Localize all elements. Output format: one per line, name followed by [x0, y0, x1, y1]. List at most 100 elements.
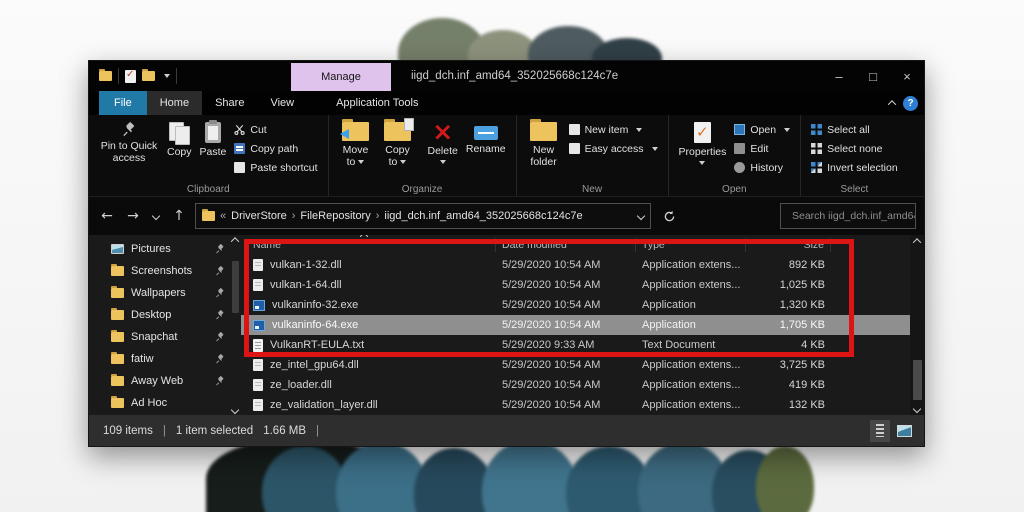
- easy-access-button[interactable]: Easy access: [569, 140, 658, 157]
- sidebar-item-desktop[interactable]: Desktop: [89, 304, 229, 326]
- button-label: Cut: [250, 124, 266, 136]
- properties-button[interactable]: Properties: [675, 119, 731, 168]
- copy-to-button[interactable]: Copy to: [377, 119, 419, 171]
- properties-icon[interactable]: [125, 70, 136, 83]
- details-view-button[interactable]: [870, 420, 890, 442]
- exe-file-icon: [253, 320, 265, 331]
- up-button[interactable]: ↑: [169, 208, 189, 224]
- new-item-button[interactable]: New item: [569, 121, 658, 138]
- select-all-button[interactable]: Select all: [811, 121, 898, 138]
- sidebar-item-wallpapers[interactable]: Wallpapers: [89, 282, 229, 304]
- file-row[interactable]: ze_validation_layer.dll 5/29/2020 10:54 …: [241, 395, 910, 415]
- close-button[interactable]: ×: [890, 61, 924, 91]
- customize-toolbar-caret-icon[interactable]: [164, 74, 170, 78]
- tab-view[interactable]: View: [257, 91, 307, 115]
- sidebar-item-fatiw[interactable]: fatiw: [89, 348, 229, 370]
- help-icon[interactable]: ?: [903, 96, 918, 111]
- manage-contextual-tab[interactable]: Manage: [291, 63, 391, 91]
- folder-icon[interactable]: [99, 71, 112, 81]
- sidebar-item-away-web[interactable]: Away Web: [89, 370, 229, 392]
- scroll-down-icon[interactable]: [231, 406, 239, 414]
- pin-icon: [215, 354, 225, 364]
- folder-icon: [111, 376, 124, 386]
- rename-button[interactable]: Rename: [462, 119, 510, 158]
- back-button[interactable]: ←: [97, 208, 117, 224]
- sidebar-scrollbar[interactable]: [229, 235, 241, 415]
- scroll-up-icon[interactable]: [231, 237, 239, 245]
- delete-button[interactable]: × Delete: [424, 119, 462, 167]
- select-none-button[interactable]: Select none: [811, 140, 898, 157]
- cut-button[interactable]: Cut: [234, 121, 317, 138]
- sidebar-item-screenshots[interactable]: Screenshots: [89, 260, 229, 282]
- pin-to-quick-access-button[interactable]: Pin to Quick access: [95, 119, 163, 167]
- file-list-scrollbar[interactable]: [910, 235, 924, 415]
- breadcrumb-driverstore[interactable]: DriverStore: [231, 210, 287, 222]
- column-header-date-modified[interactable]: Date modified: [496, 238, 636, 252]
- selection-size: 1.66 MB: [263, 425, 306, 437]
- minimize-button[interactable]: –: [822, 61, 856, 91]
- ribbon-group-clipboard: Pin to Quick access Copy Paste Cut Copy …: [89, 115, 329, 196]
- search-input[interactable]: Search iigd_dch.inf_amd64_352025...: [780, 203, 916, 229]
- divider: |: [163, 425, 166, 437]
- title-bar[interactable]: Manage iigd_dch.inf_amd64_352025668c124c…: [89, 61, 924, 91]
- sidebar-item-ad-hoc[interactable]: Ad Hoc: [89, 392, 229, 414]
- column-header-size[interactable]: Size: [746, 238, 831, 252]
- copy-button[interactable]: Copy: [163, 119, 196, 161]
- selection-count: 1 item selected: [176, 425, 253, 437]
- recent-locations-caret-icon[interactable]: [149, 213, 163, 219]
- breadcrumb-prefix: «: [220, 210, 226, 222]
- succulent-leaf: [482, 440, 578, 512]
- file-row[interactable]: ze_loader.dll 5/29/2020 10:54 AM Applica…: [241, 375, 910, 395]
- column-header-name[interactable]: Name: [241, 238, 496, 252]
- navigation-pane: Pictures Screenshots Wallpapers Desktop: [89, 235, 229, 415]
- edit-button[interactable]: Edit: [734, 140, 790, 157]
- file-row-selected[interactable]: vulkaninfo-64.exe 5/29/2020 10:54 AM App…: [241, 315, 910, 335]
- sidebar-item-snapchat[interactable]: Snapchat: [89, 326, 229, 348]
- new-item-icon: [569, 124, 580, 135]
- quick-access-toolbar: [89, 68, 177, 84]
- ribbon-group-select: Select all Select none Invert selection …: [801, 115, 908, 196]
- breadcrumb-filerepository[interactable]: FileRepository: [300, 210, 370, 222]
- scrollbar-thumb[interactable]: [913, 360, 922, 400]
- folder-icon: [111, 288, 124, 298]
- tab-home[interactable]: Home: [147, 91, 202, 115]
- tab-share[interactable]: Share: [202, 91, 257, 115]
- address-field[interactable]: « DriverStore › FileRepository › iigd_dc…: [195, 203, 651, 229]
- forward-button[interactable]: →: [123, 208, 143, 224]
- paste-button[interactable]: Paste: [196, 119, 231, 161]
- button-label: Move to: [339, 144, 373, 168]
- scroll-down-icon[interactable]: [913, 405, 921, 413]
- open-button[interactable]: Open: [734, 121, 790, 138]
- window-title: iigd_dch.inf_amd64_352025668c124c7e: [411, 61, 618, 91]
- history-button[interactable]: History: [734, 159, 790, 176]
- address-dropdown-caret-icon[interactable]: [638, 210, 644, 222]
- column-header-type[interactable]: Type: [636, 238, 746, 252]
- move-to-button[interactable]: Move to: [335, 119, 377, 171]
- breadcrumb-current-folder[interactable]: iigd_dch.inf_amd64_352025668c124c7e: [384, 210, 582, 222]
- new-folder-icon[interactable]: [142, 71, 155, 81]
- open-icon: [734, 124, 745, 135]
- scroll-up-icon[interactable]: [913, 238, 921, 246]
- button-label: Paste: [200, 146, 227, 158]
- file-row[interactable]: vulkan-1-32.dll 5/29/2020 10:54 AM Appli…: [241, 255, 910, 275]
- invert-selection-button[interactable]: Invert selection: [811, 159, 898, 176]
- tab-file[interactable]: File: [99, 91, 147, 115]
- sidebar-item-pictures[interactable]: Pictures: [89, 238, 229, 260]
- folder-icon: [111, 354, 124, 364]
- sidebar-item-label: Ad Hoc: [131, 397, 225, 409]
- thumbnails-view-button[interactable]: [894, 420, 914, 442]
- file-row[interactable]: vulkaninfo-32.exe 5/29/2020 10:54 AM App…: [241, 295, 910, 315]
- refresh-button[interactable]: [657, 210, 681, 223]
- paste-shortcut-button[interactable]: Paste shortcut: [234, 159, 317, 176]
- copy-path-button[interactable]: Copy path: [234, 140, 317, 157]
- new-folder-button[interactable]: New folder: [523, 119, 565, 171]
- file-row[interactable]: vulkan-1-64.dll 5/29/2020 10:54 AM Appli…: [241, 275, 910, 295]
- scrollbar-thumb[interactable]: [232, 261, 239, 313]
- file-row[interactable]: VulkanRT-EULA.txt 5/29/2020 9:33 AM Text…: [241, 335, 910, 355]
- file-row[interactable]: ze_intel_gpu64.dll 5/29/2020 10:54 AM Ap…: [241, 355, 910, 375]
- button-label: Copy path: [250, 143, 298, 155]
- copy-icon: [169, 122, 189, 143]
- maximize-button[interactable]: □: [856, 61, 890, 91]
- collapse-ribbon-icon[interactable]: [888, 100, 896, 108]
- tab-application-tools[interactable]: Application Tools: [323, 91, 431, 115]
